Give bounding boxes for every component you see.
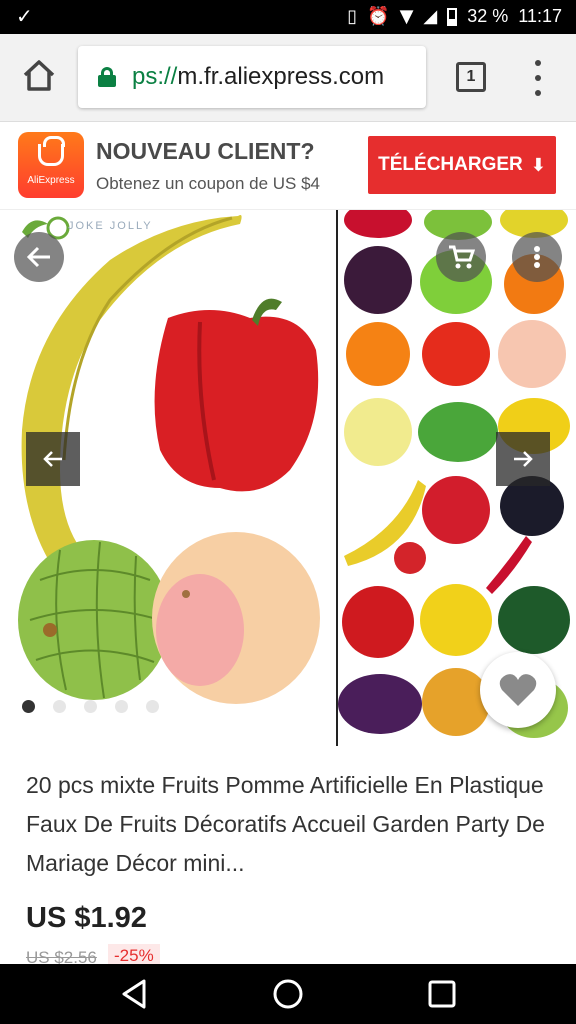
back-button[interactable] — [14, 232, 64, 282]
wishlist-button[interactable] — [480, 652, 556, 728]
back-arrow-icon — [26, 246, 50, 268]
download-app-button[interactable]: TÉLÉCHARGER ⬇ — [368, 136, 556, 194]
wifi-icon: ▼ — [399, 6, 414, 27]
status-bar: ✓ ▯ ⏰ ▼ ◢ 32 % 11:17 — [0, 0, 576, 34]
logo-text: AliExpress — [27, 175, 75, 186]
nav-back-icon[interactable] — [116, 976, 152, 1012]
gallery-next-button[interactable] — [496, 432, 550, 486]
overflow-menu-icon[interactable] — [530, 60, 546, 96]
home-icon[interactable] — [20, 56, 58, 94]
clock: 11:17 — [518, 6, 562, 26]
image-divider — [336, 210, 338, 746]
arrow-right-icon — [514, 451, 533, 467]
product-title: 20 pcs mixte Fruits Pomme Artificielle E… — [26, 772, 545, 876]
url-host: m.fr.aliexpress.com — [177, 63, 385, 90]
more-vert-icon — [534, 246, 540, 268]
lock-icon — [98, 67, 116, 87]
gallery-pagination — [22, 700, 159, 713]
product-image-gallery[interactable]: JOKE JOLLY — [0, 210, 576, 746]
cart-icon — [449, 245, 475, 269]
heart-icon — [499, 674, 537, 706]
tab-switcher-button[interactable]: 1 — [456, 62, 486, 92]
promo-subtitle: Obtenez un coupon de US $4 — [96, 174, 320, 193]
status-icons: ▯ ⏰ ▼ ◢ 32 % 11:17 — [347, 6, 562, 27]
notification-check-icon: ✓ — [16, 4, 33, 28]
pagination-dot[interactable] — [115, 700, 128, 713]
gallery-prev-button[interactable] — [26, 432, 80, 486]
pagination-dot[interactable] — [84, 700, 97, 713]
pagination-dot[interactable] — [146, 700, 159, 713]
vibrate-icon: ▯ — [347, 6, 358, 27]
battery-percent: 32 % — [467, 6, 509, 26]
url-scheme: ps:// — [132, 63, 178, 90]
promo-title: NOUVEAU CLIENT? — [96, 138, 315, 164]
system-nav-bar — [0, 964, 576, 1024]
aliexpress-logo: AliExpress — [18, 132, 84, 198]
download-label: TÉLÉCHARGER — [378, 154, 523, 175]
nav-home-icon[interactable] — [270, 976, 306, 1012]
download-arrow-icon: ⬇ — [530, 154, 546, 176]
app-promo-banner: AliExpress NOUVEAU CLIENT? Obtenez un co… — [0, 122, 576, 210]
pagination-dot[interactable] — [53, 700, 66, 713]
url-field[interactable]: ps:// m.fr.aliexpress.com — [78, 46, 426, 108]
battery-icon — [447, 7, 458, 26]
cart-button[interactable] — [436, 232, 486, 282]
arrow-left-icon — [43, 451, 62, 467]
alarm-icon: ⏰ — [367, 6, 390, 27]
product-price: US $1.92 — [26, 902, 147, 934]
more-options-button[interactable] — [512, 232, 562, 282]
pagination-dot[interactable] — [22, 700, 35, 713]
nav-recents-icon[interactable] — [424, 976, 460, 1012]
browser-toolbar: ps:// m.fr.aliexpress.com 1 — [0, 34, 576, 122]
signal-icon: ◢ — [423, 6, 438, 27]
